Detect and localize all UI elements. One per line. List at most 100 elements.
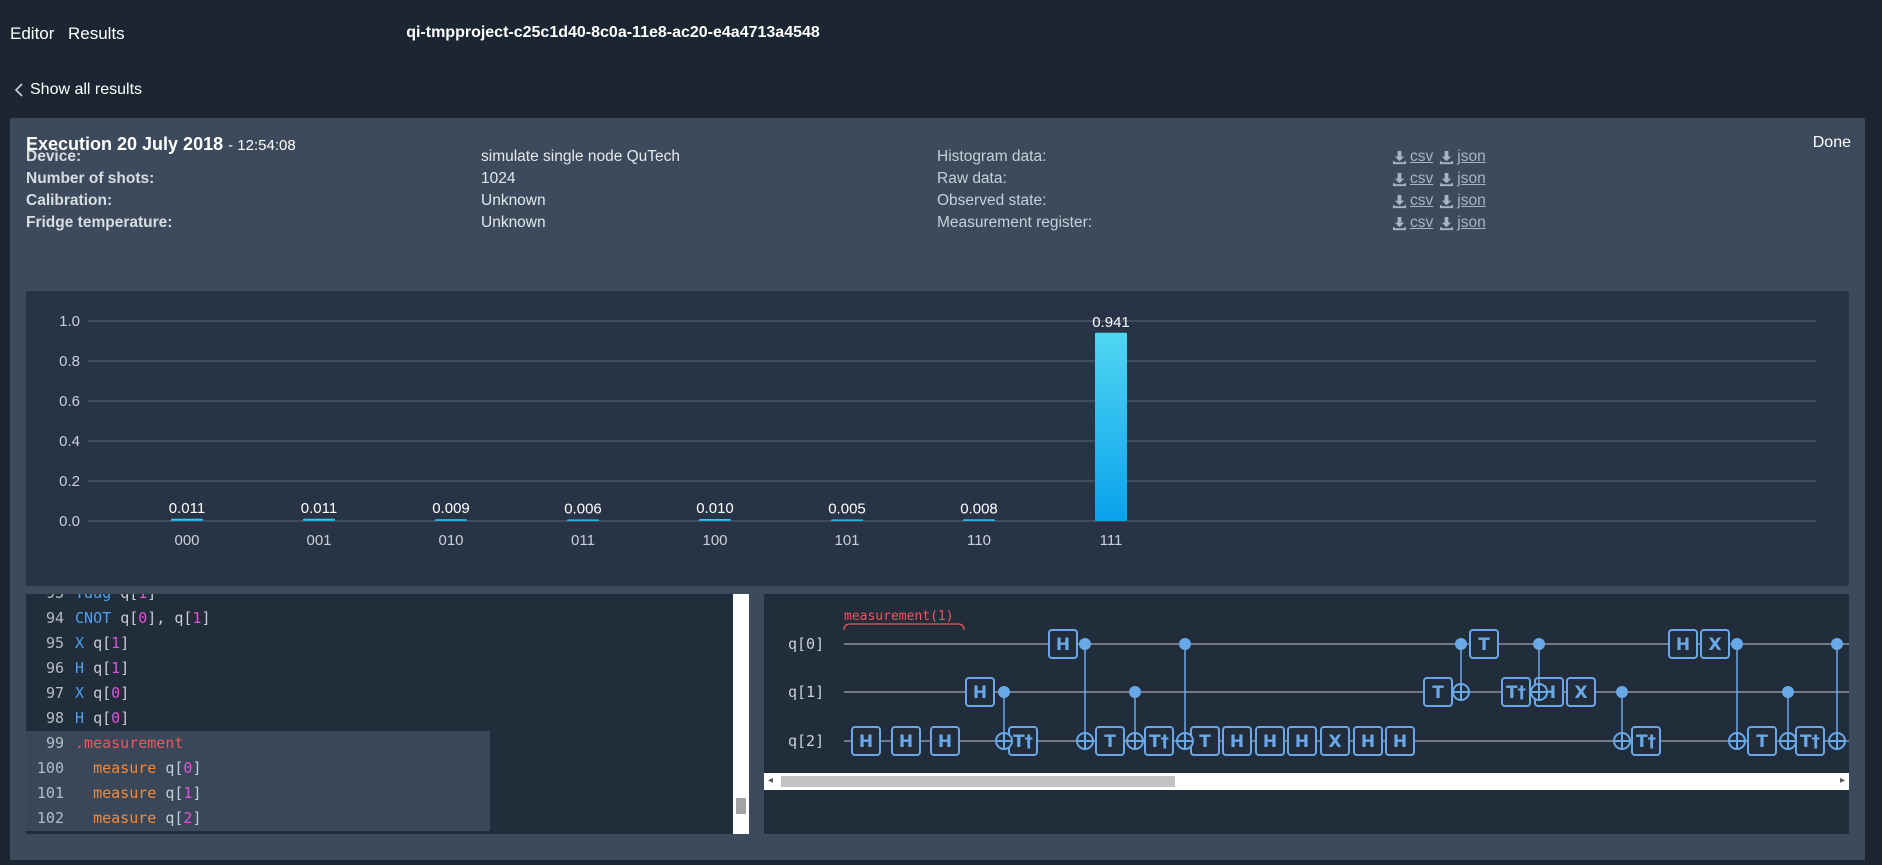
show-all-results-link[interactable]: Show all results: [12, 81, 142, 99]
histogram-bar: [699, 519, 731, 521]
line-number: 99: [45, 734, 64, 752]
qubit-label: q[1]: [788, 683, 824, 701]
histogram-bar: [303, 518, 335, 521]
histogram-bar: [831, 519, 863, 521]
download-icon: [1392, 194, 1407, 208]
code-token: q[: [93, 684, 112, 702]
histogram-json-download-link[interactable]: json: [1439, 148, 1486, 166]
x-tick-label: 110: [967, 532, 991, 549]
download-icon: [1440, 194, 1454, 208]
y-tick-label: 0.2: [59, 473, 80, 490]
download-link-label: csv: [1410, 214, 1434, 231]
execution-result-card: Execution 20 July 2018 - 12:54:08 Done D…: [10, 118, 1865, 860]
line-number: 101: [36, 784, 64, 802]
scroll-right-arrow-icon[interactable]: ▸: [1840, 775, 1845, 786]
code-token: ]: [120, 634, 130, 652]
code-scroll-thumb[interactable]: [736, 798, 746, 814]
chevron-left-icon: [14, 83, 23, 97]
x-tick-label: 010: [438, 532, 463, 549]
download-link-label: json: [1457, 148, 1486, 165]
gate-label: H: [1676, 635, 1690, 655]
cnot-control-dot: [1616, 686, 1628, 698]
histogram-svg: 0.0 0.2 0.4 0.6 0.8 1.0 0.011 000 0.011 001 0.009 0…: [59, 313, 1816, 549]
download-link-label: json: [1457, 214, 1486, 231]
cnot-control-dot: [1533, 638, 1545, 650]
status-badge: Done: [1812, 134, 1851, 151]
cnot-control-dot: [998, 686, 1010, 698]
code-token: q[: [93, 659, 112, 677]
gate-label: H: [1263, 732, 1277, 752]
observed-json-download-link[interactable]: json: [1439, 192, 1486, 210]
cnot-control-dot: [1079, 638, 1091, 650]
observed-csv-download-link[interactable]: csv: [1392, 192, 1433, 210]
code-scrollbar[interactable]: [733, 594, 749, 834]
bar-value-label: 0.941: [1092, 314, 1130, 331]
measurement-section-label: measurement(1): [844, 609, 954, 624]
measurement-register-label: Measurement register:: [937, 214, 1093, 231]
download-link-label: csv: [1410, 192, 1434, 209]
circuit-scrollbar[interactable]: ◂ ▸: [764, 773, 1849, 790]
register-csv-download-link[interactable]: csv: [1392, 214, 1433, 232]
code-token: H: [75, 659, 94, 677]
code-token: measure: [75, 809, 166, 827]
gate-label: T: [1104, 732, 1116, 752]
scroll-left-arrow-icon[interactable]: ◂: [768, 775, 773, 786]
code-token: 0: [111, 709, 121, 727]
code-token: .measurement: [75, 734, 184, 752]
gate-label: H: [899, 732, 913, 752]
code-token: 0: [138, 609, 148, 627]
fridge-label: Fridge temperature:: [26, 214, 173, 231]
circuit-scroll-thumb[interactable]: [781, 776, 1175, 787]
gate-label: T†: [1636, 732, 1656, 752]
gate-label: T†: [1800, 732, 1820, 752]
code-line: 101 measure q[1]: [26, 781, 490, 806]
histogram-data-label: Histogram data:: [937, 148, 1047, 165]
raw-json-download-link[interactable]: json: [1439, 170, 1486, 188]
bar-value-label: 0.005: [828, 501, 866, 518]
device-label: Device:: [26, 148, 82, 165]
calibration-value: Unknown: [481, 192, 546, 209]
bar-value-label: 0.011: [301, 500, 337, 517]
code-token: ]: [192, 759, 202, 777]
gate-label: X: [1328, 732, 1341, 752]
download-link-label: csv: [1410, 148, 1434, 165]
code-line: 99 .measurement: [26, 731, 490, 756]
cnot-control-dot: [1782, 686, 1794, 698]
code-line: 96 H q[1]: [26, 656, 490, 681]
line-number: 95: [45, 634, 64, 652]
code-line: 93 Tdag q[1]: [26, 594, 490, 606]
gate-label: T†: [1149, 732, 1169, 752]
download-row-register: csv json: [1392, 214, 1492, 236]
code-token: ]: [192, 809, 202, 827]
histogram-bar: [567, 519, 599, 521]
code-token: 1: [111, 634, 121, 652]
line-number: 96: [45, 659, 64, 677]
code-editor[interactable]: 93 Tdag q[1]94 CNOT q[0], q[1]95 X q[1]9…: [26, 594, 749, 834]
download-row-raw: csv json: [1392, 170, 1492, 192]
code-token: 0: [111, 684, 121, 702]
code-token: ]: [147, 594, 156, 602]
circuit-svg: measurement(1)q[0]q[1]q[2] H H HHT†HT T† T H H H…: [788, 609, 1849, 756]
line-number: 97: [45, 684, 64, 702]
download-row-observed: csv json: [1392, 192, 1492, 214]
code-token: 1: [111, 659, 121, 677]
cnot-control-dot: [1731, 638, 1743, 650]
code-token: ]: [120, 709, 130, 727]
y-tick-label: 0.6: [59, 393, 80, 410]
raw-csv-download-link[interactable]: csv: [1392, 170, 1433, 188]
gate-label: H: [938, 732, 952, 752]
gate-label: H: [1056, 635, 1070, 655]
histogram-csv-download-link[interactable]: csv: [1392, 148, 1433, 166]
code-token: q[: [165, 784, 184, 802]
gate-label: T: [1432, 683, 1444, 703]
code-token: ]: [192, 784, 202, 802]
x-tick-label: 000: [174, 532, 199, 549]
bar-value-label: 0.010: [696, 500, 734, 517]
bar-value-label: 0.008: [960, 500, 998, 517]
shots-label: Number of shots:: [26, 170, 155, 187]
gate-label: X: [1574, 683, 1587, 703]
gate-label: X: [1708, 635, 1721, 655]
cnot-control-dot: [1129, 686, 1141, 698]
gate-label: T: [1478, 635, 1490, 655]
register-json-download-link[interactable]: json: [1439, 214, 1486, 232]
